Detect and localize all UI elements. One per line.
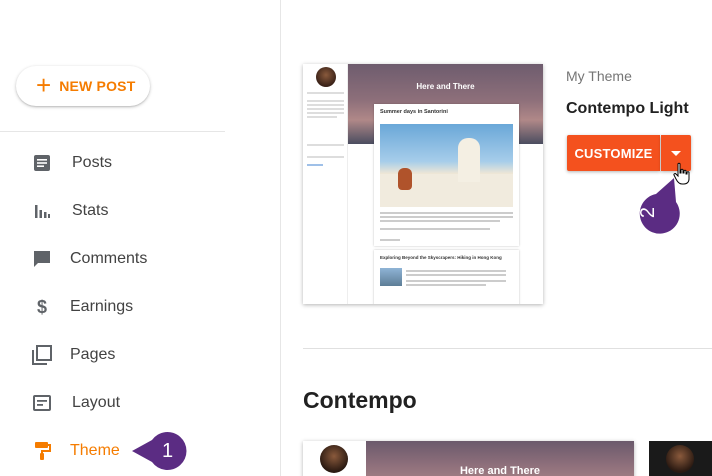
plus-icon: + <box>36 70 52 100</box>
theme-preview-thumbnail[interactable]: Here and There Summer days in Santorini … <box>303 64 543 304</box>
sidebar: + NEW POST Posts Stats Comments $ Earnin… <box>0 0 281 476</box>
sidebar-item-pages[interactable]: Pages <box>0 335 281 375</box>
preview-sidebar <box>303 64 348 304</box>
new-post-label: NEW POST <box>59 78 136 94</box>
preview-avatar <box>320 445 348 473</box>
section-divider <box>303 348 712 349</box>
posts-icon <box>34 155 50 171</box>
comments-icon <box>34 251 50 267</box>
current-theme-name: Contempo Light <box>566 100 689 117</box>
theme-option-thumbnail-dark[interactable] <box>649 441 712 476</box>
sidebar-item-earnings[interactable]: $ Earnings <box>0 287 281 327</box>
preview-avatar <box>316 67 336 87</box>
new-post-button[interactable]: + NEW POST <box>16 66 150 106</box>
preview-post-title: Summer days in Santorini <box>380 109 448 115</box>
step-callout-1-label: 1 <box>162 440 174 462</box>
preview-avatar <box>666 445 694 473</box>
sidebar-item-label: Comments <box>70 250 148 267</box>
sidebar-item-comments[interactable]: Comments <box>0 239 281 279</box>
preview-blog-title: Here and There <box>459 465 541 476</box>
step-callout-2-label: 2 <box>637 206 660 219</box>
my-theme-label: My Theme <box>566 68 632 84</box>
stats-icon <box>35 205 50 218</box>
preview-post-title: Exploring Beyond the Skyscrapers: Hiking… <box>380 255 502 260</box>
preview-post-card: Summer days in Santorini <box>374 104 519 246</box>
sidebar-item-stats[interactable]: Stats <box>0 191 281 231</box>
sidebar-item-label: Earnings <box>70 298 134 315</box>
pages-icon <box>32 345 52 365</box>
caret-down-icon <box>671 151 681 156</box>
preview-post-image <box>380 124 513 207</box>
sidebar-item-label: Layout <box>72 394 121 411</box>
sidebar-item-label: Posts <box>72 154 113 171</box>
preview-post-card: Exploring Beyond the Skyscrapers: Hiking… <box>374 250 519 304</box>
theme-family-title: Contempo <box>303 387 417 413</box>
customize-button[interactable]: CUSTOMIZE <box>567 135 660 171</box>
svg-text:$: $ <box>37 297 47 317</box>
sidebar-item-label: Stats <box>72 202 109 219</box>
sidebar-divider <box>0 131 225 132</box>
sidebar-item-label: Pages <box>70 346 116 363</box>
dollar-icon: $ <box>37 297 47 317</box>
sidebar-item-posts[interactable]: Posts <box>0 143 281 183</box>
sidebar-item-label: Theme <box>70 442 120 459</box>
layout-icon <box>33 395 51 411</box>
sidebar-item-layout[interactable]: Layout <box>0 383 281 423</box>
theme-option-thumbnail[interactable]: Here and There <box>303 441 634 476</box>
preview-blog-title: Here and There <box>416 82 475 91</box>
paint-roller-icon <box>35 442 51 460</box>
